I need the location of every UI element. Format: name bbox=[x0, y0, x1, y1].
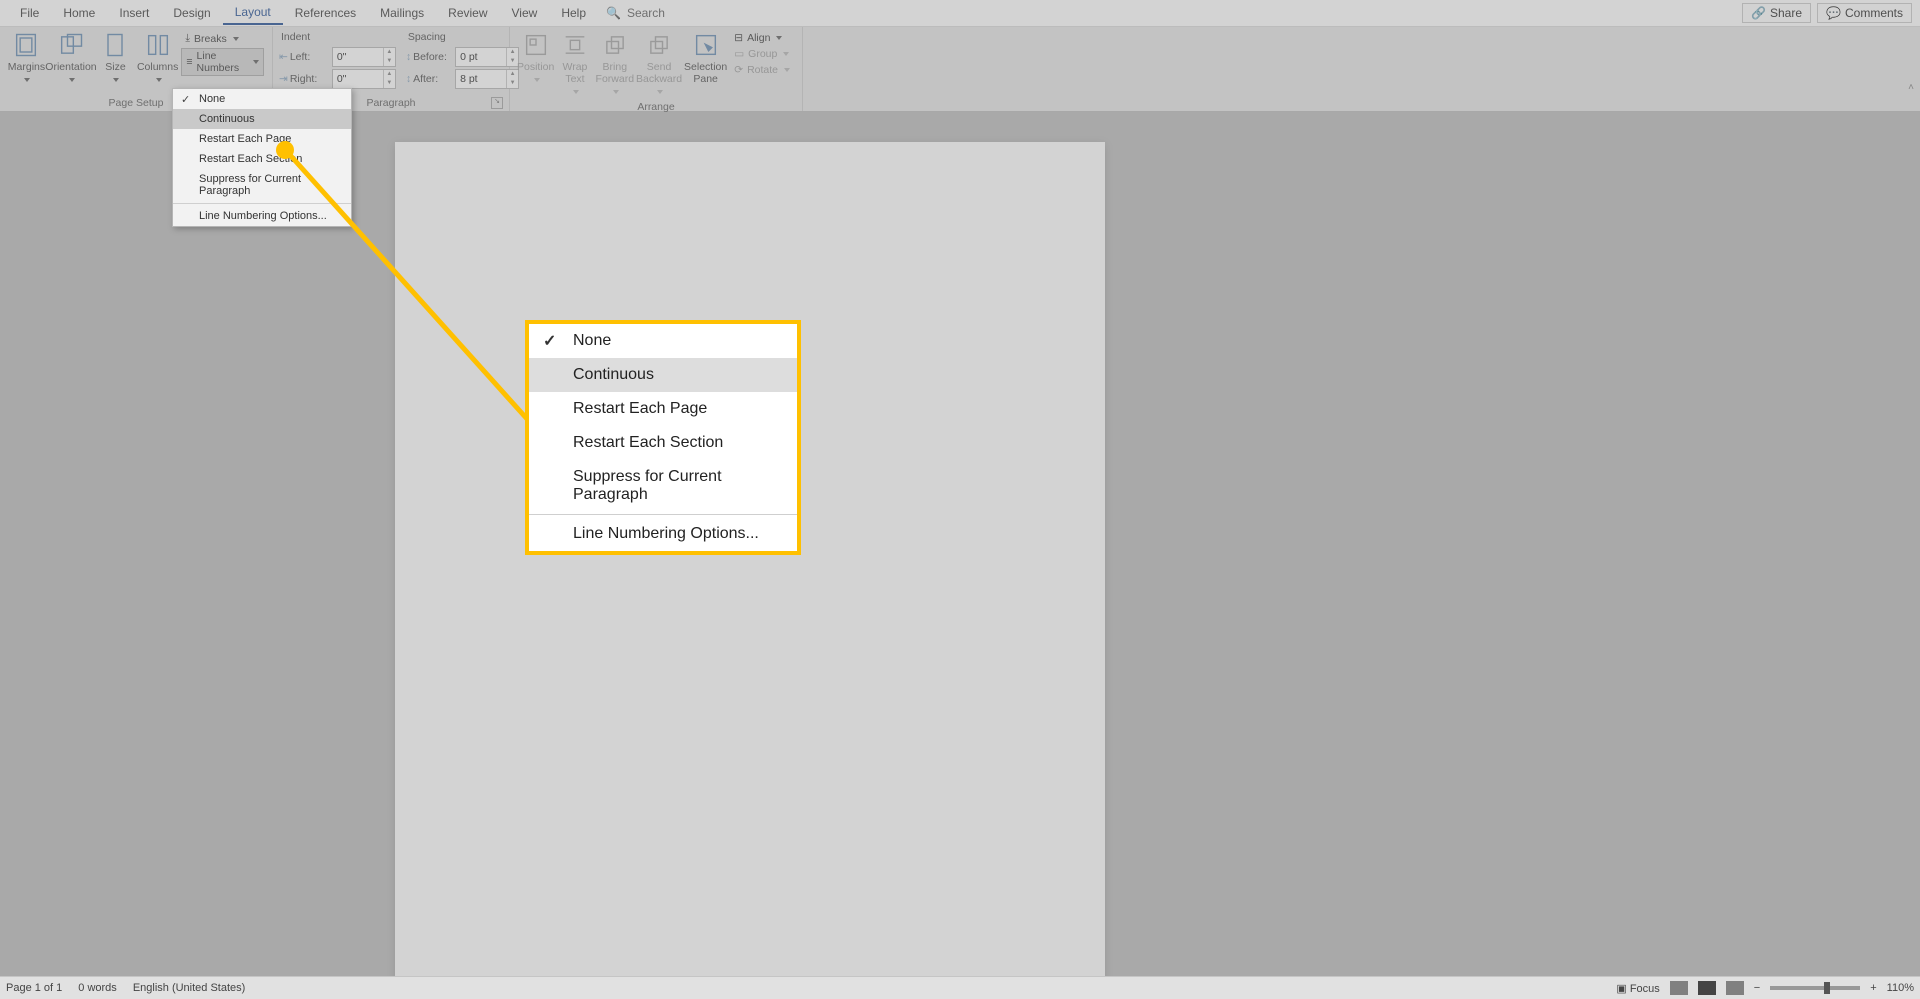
menu-separator bbox=[173, 203, 351, 204]
status-focus[interactable]: ▣ Focus bbox=[1616, 982, 1659, 995]
menu-item-suppress[interactable]: Suppress for Current Paragraph bbox=[173, 169, 351, 201]
view-print-layout[interactable] bbox=[1698, 981, 1716, 995]
callout-item-restart-page: Restart Each Page bbox=[529, 392, 797, 426]
callout-separator bbox=[529, 514, 797, 515]
bring-forward-icon bbox=[601, 31, 629, 59]
annotation-highlight-dot bbox=[276, 141, 294, 159]
menu-item-options[interactable]: Line Numbering Options... bbox=[173, 206, 351, 226]
send-backward-button: Send Backward bbox=[635, 29, 683, 99]
status-page[interactable]: Page 1 of 1 bbox=[6, 982, 62, 994]
breaks-button[interactable]: ⤓ Breaks bbox=[181, 31, 264, 46]
indent-left-input[interactable]: 0" ▲▼ bbox=[332, 47, 396, 67]
collapse-ribbon-button[interactable]: ˄ bbox=[1908, 82, 1914, 93]
callout-item-options: Line Numbering Options... bbox=[529, 517, 797, 551]
tab-insert[interactable]: Insert bbox=[107, 2, 161, 24]
view-web-layout[interactable] bbox=[1726, 981, 1744, 995]
zoom-out-button[interactable]: − bbox=[1754, 982, 1760, 994]
indent-right-label: Right: bbox=[290, 73, 330, 85]
view-read-mode[interactable] bbox=[1670, 981, 1688, 995]
spacing-before-label: Before: bbox=[413, 51, 453, 63]
callout-item-none: None bbox=[529, 324, 797, 358]
callout-item-continuous: Continuous bbox=[529, 358, 797, 392]
zoom-callout-line-numbers-menu: None Continuous Restart Each Page Restar… bbox=[525, 320, 801, 555]
document-area bbox=[0, 112, 1920, 979]
indent-header: Indent bbox=[279, 31, 396, 45]
group-arrange: Position Wrap Text Bring Forward Send Ba… bbox=[510, 27, 803, 111]
menu-tab-bar: File Home Insert Design Layout Reference… bbox=[0, 0, 1920, 27]
comments-label: Comments bbox=[1845, 6, 1903, 20]
zoom-in-button[interactable]: + bbox=[1870, 982, 1876, 994]
group-button: ▭ Group bbox=[730, 47, 794, 61]
comments-icon: 💬 bbox=[1826, 6, 1841, 20]
spacing-header: Spacing bbox=[406, 31, 519, 45]
paragraph-dialog-launcher[interactable]: ↘ bbox=[491, 97, 503, 109]
rotate-button: ⟳ Rotate bbox=[730, 63, 794, 77]
tab-home[interactable]: Home bbox=[51, 2, 107, 24]
size-button[interactable]: Size bbox=[95, 29, 136, 87]
spacing-after-label: After: bbox=[413, 73, 453, 85]
search-icon: 🔍 bbox=[606, 6, 621, 20]
tab-help[interactable]: Help bbox=[549, 2, 598, 24]
menu-item-restart-section[interactable]: Restart Each Section bbox=[173, 149, 351, 169]
wrap-text-button: Wrap Text bbox=[555, 29, 594, 99]
position-button: Position bbox=[516, 29, 555, 87]
share-icon: 🔗 bbox=[1751, 6, 1766, 20]
position-icon bbox=[522, 31, 550, 59]
share-button[interactable]: 🔗 Share bbox=[1742, 3, 1811, 23]
margins-icon bbox=[12, 31, 40, 59]
send-backward-icon bbox=[645, 31, 673, 59]
tab-review[interactable]: Review bbox=[436, 2, 499, 24]
wrap-text-icon bbox=[561, 31, 589, 59]
spacing-after-icon: ↕ bbox=[406, 73, 411, 85]
align-button[interactable]: ⊟ Align bbox=[730, 31, 794, 45]
indent-left-icon: ⇤ bbox=[279, 51, 288, 63]
line-numbers-dropdown: None Continuous Restart Each Page Restar… bbox=[172, 88, 352, 227]
status-words[interactable]: 0 words bbox=[78, 982, 117, 994]
orientation-button[interactable]: Orientation bbox=[47, 29, 95, 87]
columns-icon bbox=[144, 31, 172, 59]
indent-right-input[interactable]: 0" ▲▼ bbox=[332, 69, 396, 89]
orientation-icon bbox=[57, 31, 85, 59]
selection-pane-icon bbox=[692, 31, 720, 59]
callout-item-restart-section: Restart Each Section bbox=[529, 426, 797, 460]
tab-file[interactable]: File bbox=[8, 2, 51, 24]
status-language[interactable]: English (United States) bbox=[133, 982, 246, 994]
menu-item-restart-page[interactable]: Restart Each Page bbox=[173, 129, 351, 149]
line-numbers-icon: ≡ bbox=[186, 56, 192, 68]
search-placeholder: Search bbox=[627, 6, 665, 20]
search-box[interactable]: 🔍 Search bbox=[598, 6, 673, 20]
share-label: Share bbox=[1770, 6, 1802, 20]
margins-button[interactable]: Margins bbox=[6, 29, 47, 87]
columns-button[interactable]: Columns bbox=[136, 29, 179, 87]
align-icon: ⊟ bbox=[734, 32, 743, 44]
size-icon bbox=[101, 31, 129, 59]
group-icon: ▭ bbox=[734, 48, 744, 60]
status-bar: Page 1 of 1 0 words English (United Stat… bbox=[0, 976, 1920, 999]
tab-references[interactable]: References bbox=[283, 2, 368, 24]
tab-layout[interactable]: Layout bbox=[223, 1, 283, 25]
bring-forward-button: Bring Forward bbox=[595, 29, 636, 99]
selection-pane-button[interactable]: Selection Pane bbox=[683, 29, 728, 87]
line-numbers-button[interactable]: ≡ Line Numbers bbox=[181, 48, 264, 76]
tab-view[interactable]: View bbox=[500, 2, 550, 24]
menu-item-continuous[interactable]: Continuous bbox=[173, 109, 351, 129]
zoom-slider[interactable] bbox=[1770, 986, 1860, 990]
callout-item-suppress: Suppress for Current Paragraph bbox=[529, 460, 797, 512]
document-page[interactable] bbox=[395, 142, 1105, 979]
tab-mailings[interactable]: Mailings bbox=[368, 2, 436, 24]
comments-button[interactable]: 💬 Comments bbox=[1817, 3, 1912, 23]
tab-design[interactable]: Design bbox=[161, 2, 222, 24]
indent-left-label: Left: bbox=[290, 51, 330, 63]
menu-item-none[interactable]: None bbox=[173, 89, 351, 109]
indent-right-icon: ⇥ bbox=[279, 73, 288, 85]
zoom-level[interactable]: 110% bbox=[1887, 982, 1914, 994]
breaks-icon: ⤓ bbox=[185, 32, 190, 45]
rotate-icon: ⟳ bbox=[734, 64, 743, 76]
spacing-before-icon: ↕ bbox=[406, 51, 411, 63]
